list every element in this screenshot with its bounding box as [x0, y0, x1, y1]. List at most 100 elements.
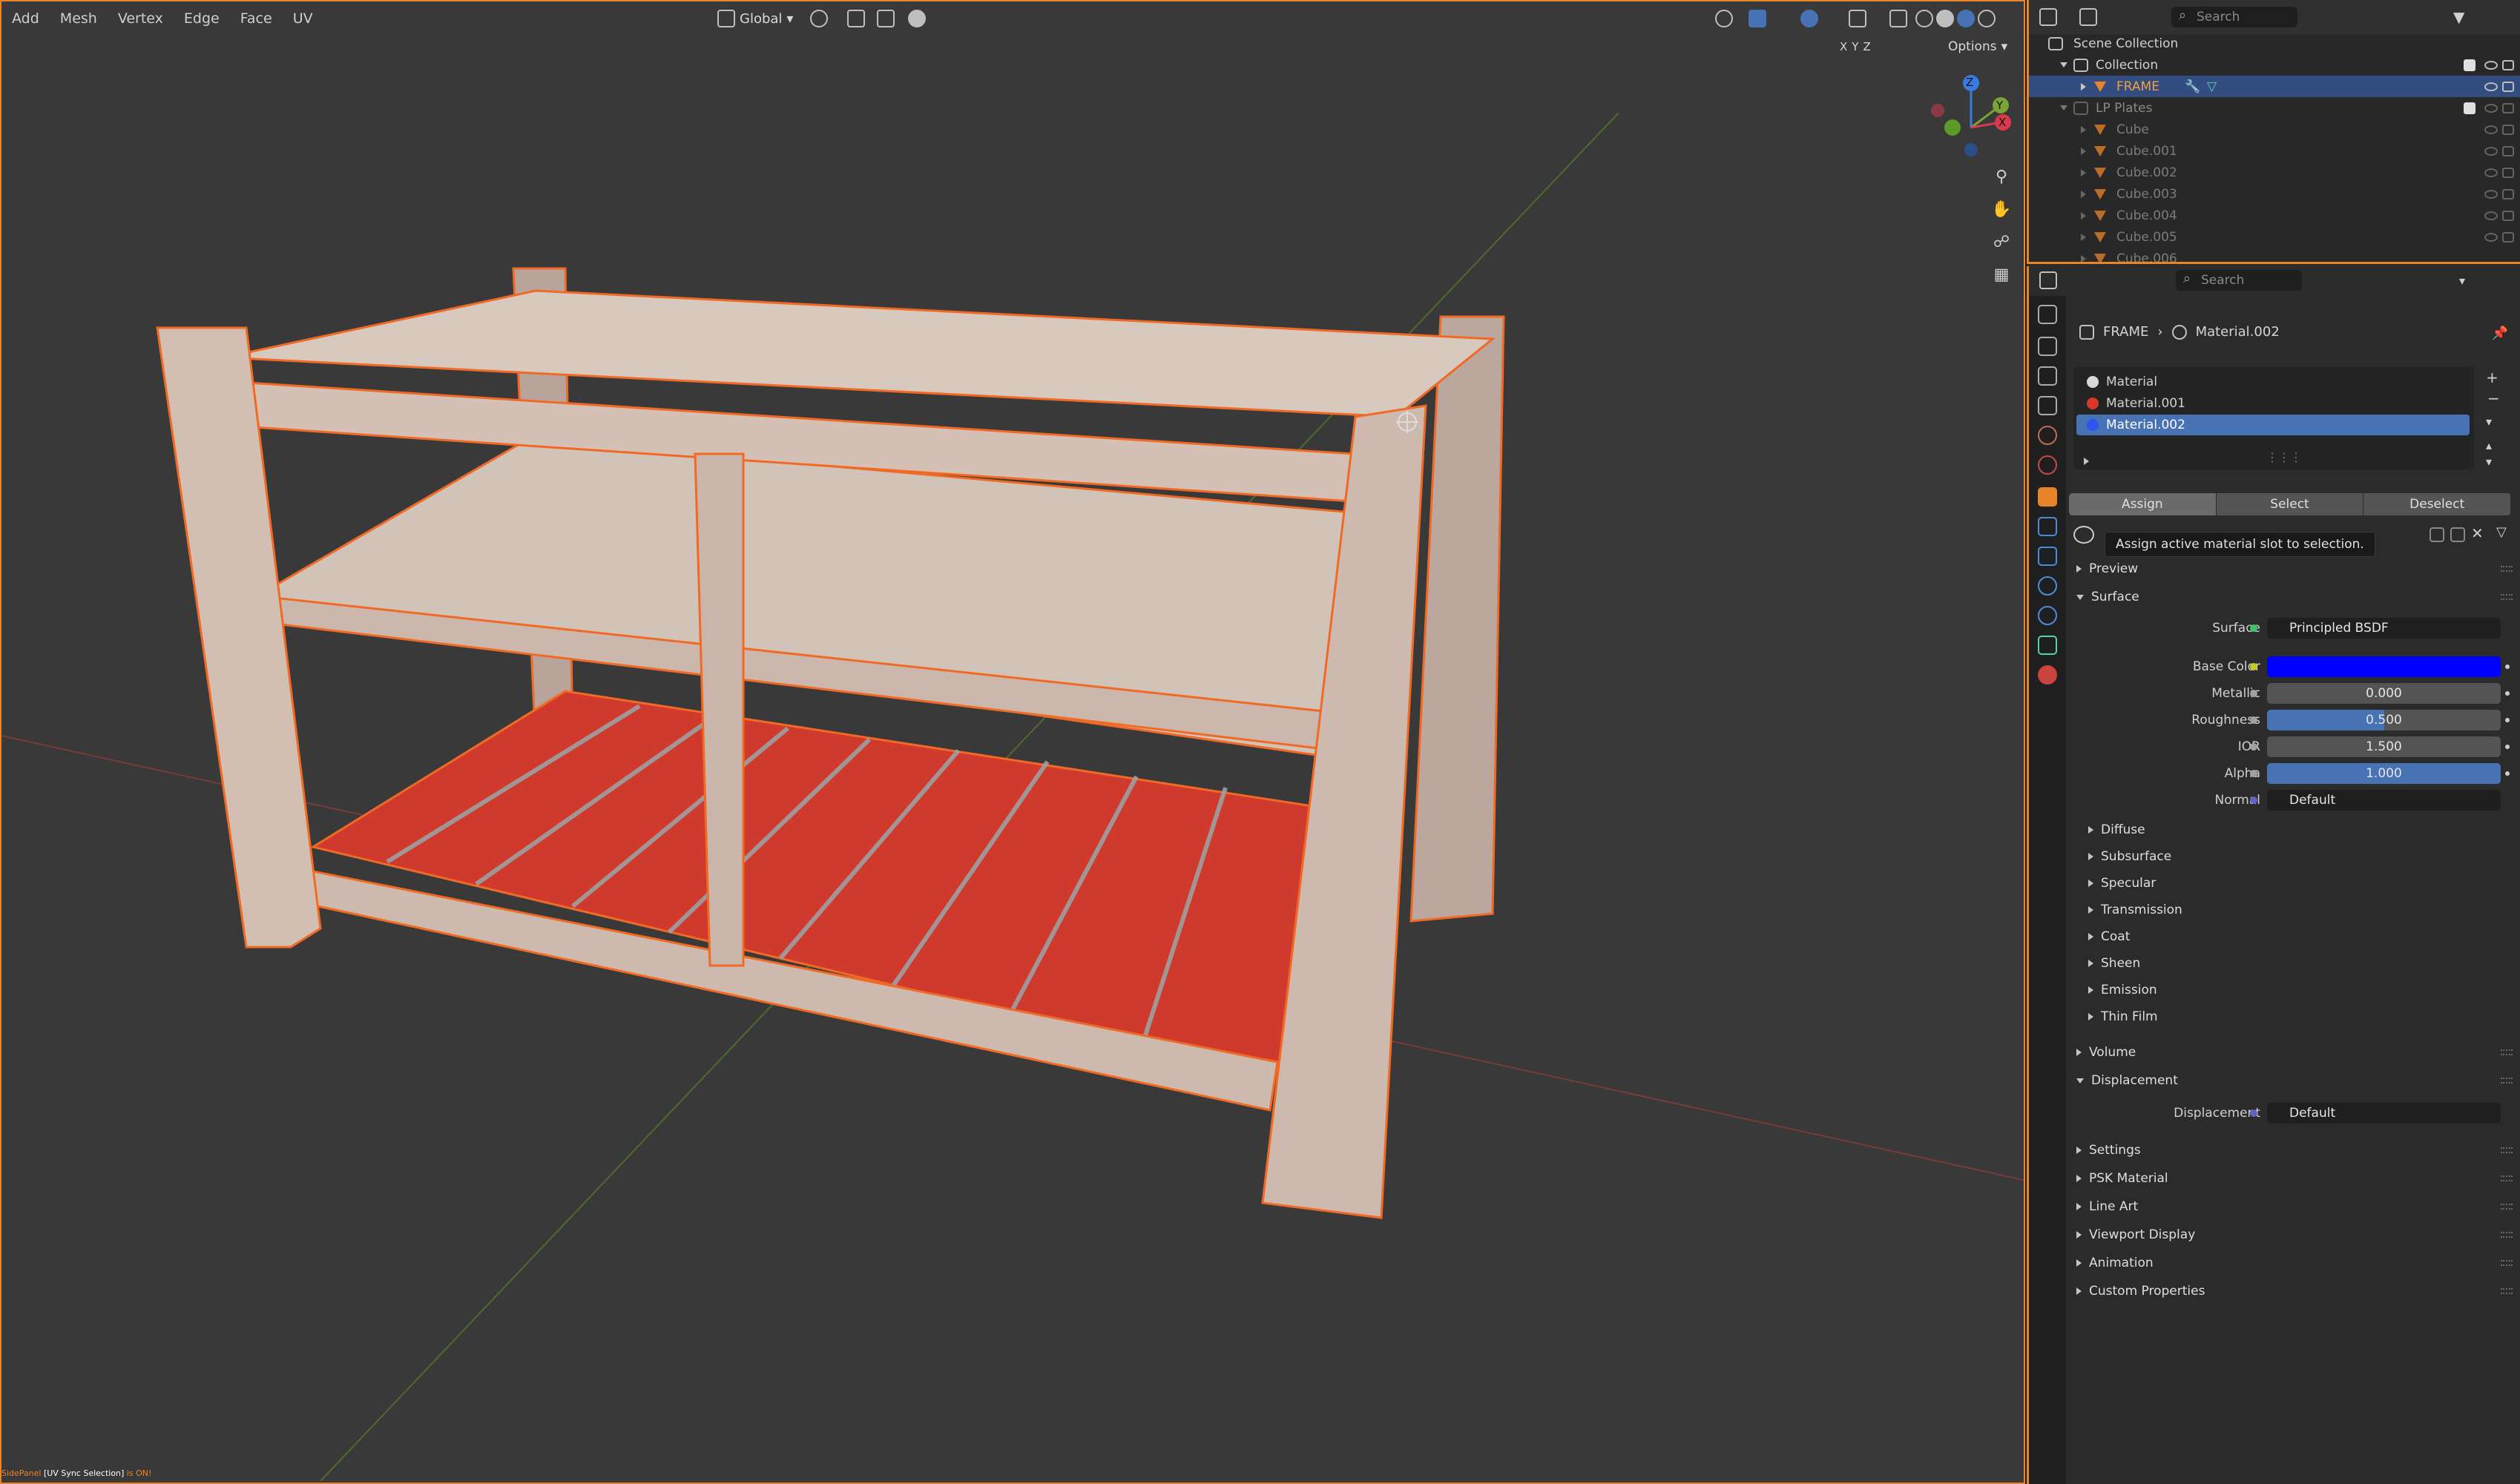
- eye-icon[interactable]: [2484, 103, 2498, 113]
- keyframe-dot-icon[interactable]: [2505, 664, 2510, 669]
- shading-material[interactable]: [1957, 7, 1975, 30]
- disclosure-icon[interactable]: [2060, 62, 2067, 67]
- menu-add[interactable]: Add: [1, 1, 50, 36]
- camera-icon[interactable]: [2502, 81, 2514, 92]
- disclosure-icon[interactable]: [2081, 190, 2086, 198]
- editor-type-icon[interactable]: [2039, 271, 2057, 289]
- new-material-icon[interactable]: [2450, 527, 2465, 542]
- output-tab-icon[interactable]: [2038, 366, 2057, 386]
- axis-x-toggle[interactable]: X: [1840, 40, 1847, 53]
- drag-handle[interactable]: [2501, 1175, 2513, 1181]
- menu-vertex[interactable]: Vertex: [108, 1, 174, 36]
- modifier-tab-icon[interactable]: [2038, 517, 2057, 536]
- panel-custom-properties[interactable]: Custom Properties: [2069, 1279, 2517, 1303]
- menu-uv[interactable]: UV: [283, 1, 323, 36]
- material-slot[interactable]: Material.001: [2076, 393, 2470, 414]
- mesh-edit-overlay[interactable]: [1849, 7, 1866, 30]
- camera-icon[interactable]: [2502, 210, 2514, 221]
- outliner-row-cube-005[interactable]: Cube.005: [2029, 226, 2520, 248]
- snap-target-dropdown[interactable]: [877, 7, 895, 30]
- eye-icon[interactable]: [2484, 125, 2498, 134]
- subpanel-specular[interactable]: Specular: [2069, 871, 2517, 895]
- eye-icon[interactable]: [2484, 82, 2498, 91]
- material-slot[interactable]: Material: [2076, 372, 2470, 392]
- panel-displacement[interactable]: Displacement: [2069, 1069, 2517, 1092]
- outliner-row-cube-002[interactable]: Cube.002: [2029, 162, 2520, 183]
- panel-viewport-display[interactable]: Viewport Display: [2069, 1223, 2517, 1247]
- link-dropdown-icon[interactable]: ▽: [2496, 524, 2507, 540]
- mirror-axes[interactable]: X Y Z: [1840, 36, 1871, 58]
- pin-icon[interactable]: 📌: [2492, 326, 2508, 341]
- properties-search-input[interactable]: Search: [2176, 270, 2302, 291]
- resize-handle[interactable]: ⋮⋮⋮: [2266, 450, 2302, 464]
- eye-icon[interactable]: [2484, 168, 2498, 177]
- shading-solid[interactable]: [1936, 7, 1954, 30]
- pivot-dropdown[interactable]: [810, 7, 828, 30]
- eye-icon[interactable]: [2484, 232, 2498, 242]
- disclosure-icon[interactable]: [2081, 211, 2086, 220]
- physics-tab-icon[interactable]: [2038, 576, 2057, 596]
- 3d-viewport[interactable]: Add Mesh Vertex Edge Face UV Global ▾ X …: [0, 0, 2025, 1484]
- outliner-row-scene-collection[interactable]: Scene Collection: [2029, 33, 2520, 54]
- eye-icon[interactable]: [2484, 60, 2498, 70]
- options-dropdown[interactable]: Options ▾: [1948, 36, 2007, 58]
- visibility-dropdown[interactable]: [1715, 7, 1733, 30]
- disclosure-icon[interactable]: [2081, 82, 2086, 90]
- normal-field[interactable]: Default: [2267, 790, 2501, 811]
- disclosure-icon[interactable]: [2081, 233, 2086, 241]
- outliner[interactable]: Search ▼ Scene Collection Collection FRA…: [2027, 0, 2520, 264]
- alpha-slider[interactable]: 1.000: [2267, 763, 2501, 784]
- outliner-row-cube-001[interactable]: Cube.001: [2029, 140, 2520, 162]
- metallic-slider[interactable]: 0.000: [2267, 683, 2501, 704]
- base-color-swatch[interactable]: [2267, 656, 2501, 677]
- tool-tab-icon[interactable]: [2038, 305, 2057, 324]
- move-up-icon[interactable]: ▴: [2486, 438, 2492, 452]
- chevron-down-icon[interactable]: ▾: [2459, 274, 2465, 288]
- transform-orientation-dropdown[interactable]: Global ▾: [717, 7, 793, 30]
- surface-shader-field[interactable]: Principled BSDF: [2267, 618, 2501, 639]
- outliner-row-frame[interactable]: FRAME 🔧 ▽: [2029, 76, 2520, 97]
- expand-icon[interactable]: [2084, 458, 2089, 465]
- menu-edge[interactable]: Edge: [174, 1, 230, 36]
- filter-icon[interactable]: ▼: [2453, 8, 2464, 26]
- particles-tab-icon[interactable]: [2038, 547, 2057, 566]
- outliner-row-cube-003[interactable]: Cube.003: [2029, 183, 2520, 205]
- keyframe-dot-icon[interactable]: [2505, 718, 2510, 722]
- shading-rendered[interactable]: [1978, 7, 1996, 30]
- drag-handle[interactable]: [2501, 566, 2513, 572]
- panel-animation[interactable]: Animation: [2069, 1251, 2517, 1275]
- collection-checkbox[interactable]: [2464, 102, 2475, 114]
- menu-face[interactable]: Face: [230, 1, 283, 36]
- disclosure-icon[interactable]: [2081, 168, 2086, 177]
- axis-z-toggle[interactable]: Z: [1863, 40, 1870, 53]
- display-mode-icon[interactable]: [2079, 8, 2097, 26]
- subpanel-sheen[interactable]: Sheen: [2069, 952, 2517, 975]
- drag-handle[interactable]: [2501, 1147, 2513, 1153]
- overlay-toggle[interactable]: [1800, 7, 1818, 30]
- outliner-row-cube-006[interactable]: Cube.006: [2029, 248, 2520, 262]
- camera-icon[interactable]: [2502, 188, 2514, 199]
- panel-psk-material[interactable]: PSK Material: [2069, 1167, 2517, 1190]
- panel-settings[interactable]: Settings: [2069, 1138, 2517, 1162]
- material-slot-selected[interactable]: Material.002: [2076, 415, 2470, 435]
- keyframe-dot-icon[interactable]: [2505, 745, 2510, 749]
- eye-icon[interactable]: [2484, 211, 2498, 220]
- world-tab-icon[interactable]: [2038, 455, 2057, 475]
- outliner-row-lp-plates[interactable]: LP Plates: [2029, 97, 2520, 119]
- disclosure-icon[interactable]: [2081, 147, 2086, 155]
- panel-surface[interactable]: Surface: [2069, 585, 2517, 609]
- render-tab-icon[interactable]: [2038, 337, 2057, 356]
- drag-handle[interactable]: [2501, 1232, 2513, 1238]
- add-slot-icon[interactable]: +: [2486, 369, 2498, 386]
- eye-icon[interactable]: [2484, 146, 2498, 156]
- camera-icon[interactable]: [2502, 59, 2514, 70]
- drag-handle[interactable]: [2501, 1049, 2513, 1055]
- axis-y-toggle[interactable]: Y: [1852, 40, 1858, 53]
- material-browse-icon[interactable]: [2073, 526, 2094, 544]
- pan-hand-icon[interactable]: ✋: [1988, 196, 2015, 222]
- panel-preview[interactable]: Preview: [2069, 557, 2517, 581]
- subpanel-thin-film[interactable]: Thin Film: [2069, 1005, 2517, 1029]
- keyframe-dot-icon[interactable]: [2505, 771, 2510, 776]
- subpanel-subsurface[interactable]: Subsurface: [2069, 845, 2517, 868]
- camera-view-icon[interactable]: ☍: [1988, 228, 2015, 255]
